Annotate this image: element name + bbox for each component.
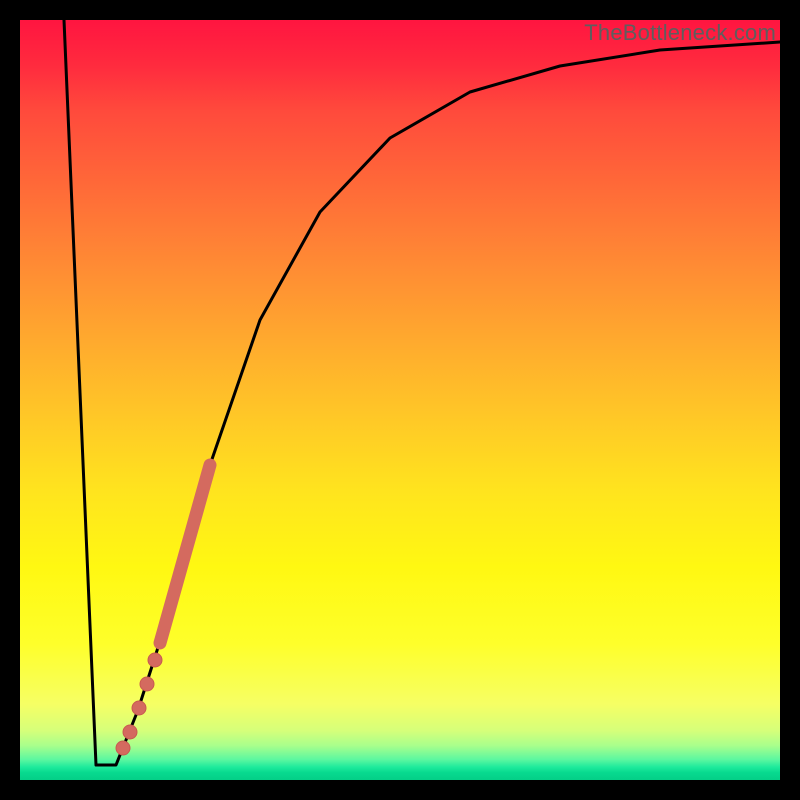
data-dot xyxy=(132,701,146,715)
chart-svg xyxy=(20,20,780,780)
highlighted-segment xyxy=(160,465,210,643)
plot-area: TheBottleneck.com xyxy=(20,20,780,780)
data-dot xyxy=(116,741,130,755)
data-dot xyxy=(123,725,137,739)
chart-frame: TheBottleneck.com xyxy=(0,0,800,800)
bottleneck-curve xyxy=(64,20,780,765)
data-dot xyxy=(140,677,154,691)
data-dot xyxy=(148,653,162,667)
